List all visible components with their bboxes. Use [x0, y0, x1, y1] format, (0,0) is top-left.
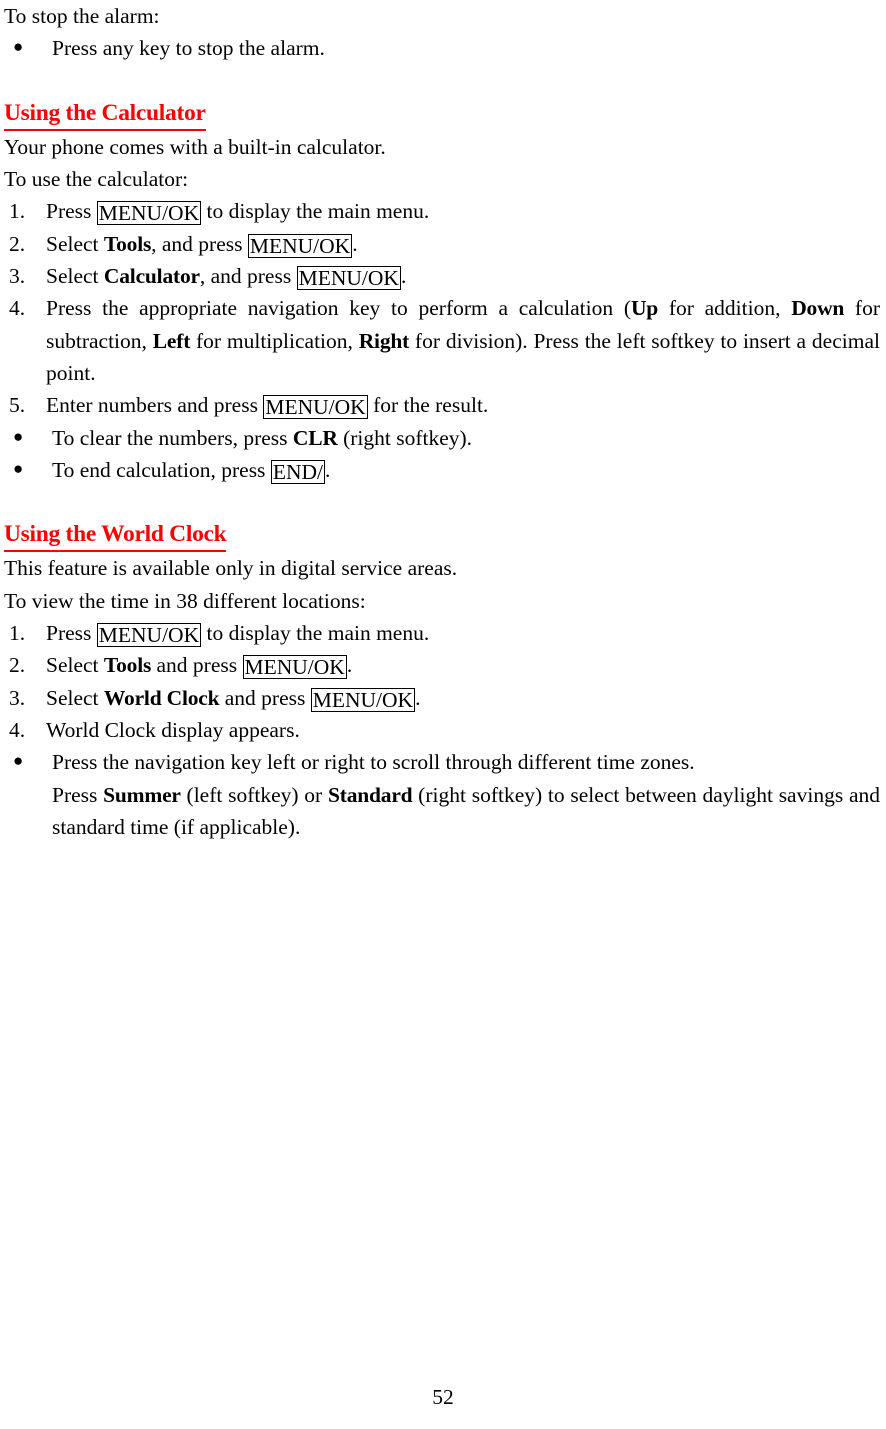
nav-key-right: Right	[358, 328, 410, 353]
step-text-pre: Enter numbers and press	[46, 393, 264, 418]
step-text-post: to display the main menu.	[201, 199, 430, 224]
key-menu-ok[interactable]: MENU/OK	[310, 687, 416, 712]
list-item: 4. World Clock display appears.	[4, 714, 880, 746]
bullet-dot-icon: ●	[13, 426, 24, 446]
list-item: ● Press the navigation key left or right…	[4, 746, 880, 843]
bullet-text-post: (right softkey).	[337, 425, 473, 450]
key-menu-ok[interactable]: MENU/OK	[247, 233, 353, 258]
bullet-text-pre: To clear the numbers, press	[52, 425, 293, 450]
step-text-post: to display the main menu.	[201, 621, 430, 646]
document-page: To stop the alarm: ● Press any key to st…	[0, 0, 886, 1429]
step-text-pre: Select	[46, 231, 104, 256]
page-number: 52	[432, 1385, 454, 1409]
list-number: 3.	[9, 264, 26, 289]
list-number: 3.	[9, 685, 26, 710]
bullet-text-pre: To end calculation, press	[52, 457, 271, 482]
key-menu-ok[interactable]: MENU/OK	[263, 395, 368, 420]
step-seg-2: for addition,	[658, 296, 792, 321]
section-heading-world-clock: Using the World Clock	[4, 518, 880, 553]
nav-key-left: Left	[152, 328, 191, 353]
world-clock-intro-2: To view the time in 38 different locatio…	[4, 588, 366, 613]
calculator-intro-2: To use the calculator:	[4, 167, 189, 192]
step-seg-1: Press the appropriate navigation key to …	[46, 296, 631, 321]
step-text-pre: Press	[46, 621, 97, 646]
world-clock-intro-1: This feature is available only in digita…	[4, 556, 458, 581]
key-menu-ok[interactable]: MENU/OK	[242, 655, 347, 680]
key-menu-ok[interactable]: MENU/OK	[96, 623, 202, 648]
list-number: 2.	[9, 231, 26, 256]
menu-label-calculator: Calculator	[103, 264, 200, 289]
list-text: Press the appropriate navigation key to …	[46, 292, 880, 389]
key-end[interactable]: END/	[270, 459, 325, 484]
list-number: 1.	[9, 621, 26, 646]
nav-key-up: Up	[630, 296, 659, 321]
list-text: World Clock display appears.	[46, 717, 300, 742]
list-item: 3. Select World Clock and press MENU/OK.	[4, 682, 880, 714]
key-menu-ok[interactable]: MENU/OK	[96, 201, 202, 226]
bullet-dot-icon: ●	[13, 37, 24, 57]
list-item: ● To end calculation, press END/.	[4, 454, 880, 486]
list-number: 4.	[9, 296, 26, 321]
list-item: 5. Enter numbers and press MENU/OK for t…	[4, 389, 880, 421]
bullet-text: To end calculation, press END/.	[52, 454, 880, 486]
list-number: 5.	[9, 393, 26, 418]
bullet-text-post: .	[324, 457, 331, 482]
softkey-summer: Summer	[103, 782, 181, 807]
list-item: 1. Press MENU/OK to display the main men…	[4, 617, 880, 649]
step-text-post: for the result.	[367, 393, 489, 418]
section-heading-world-clock-text: Using the World Clock	[4, 518, 227, 553]
key-clr: CLR	[292, 425, 338, 450]
nav-key-down: Down	[791, 296, 845, 321]
list-number: 4.	[9, 717, 26, 742]
step-text-pre: Select	[46, 685, 104, 710]
list-text: Press MENU/OK to display the main menu.	[46, 195, 880, 227]
bullet-dot-icon: ●	[13, 458, 24, 478]
calculator-intro-1: Your phone comes with a built-in calcula…	[4, 134, 386, 159]
list-item: ● To clear the numbers, press CLR (right…	[4, 422, 880, 454]
step-text-pre: Select	[46, 653, 104, 678]
list-number: 2.	[9, 653, 26, 678]
step-text-post: .	[415, 685, 421, 710]
step-text-post: .	[400, 264, 407, 289]
list-text: Enter numbers and press MENU/OK for the …	[46, 389, 880, 421]
step-text-pre: Press	[46, 199, 97, 224]
menu-label-tools: Tools	[103, 653, 152, 678]
alarm-intro-line: To stop the alarm:	[4, 4, 160, 28]
list-item: 2. Select Tools and press MENU/OK.	[4, 649, 880, 681]
list-item: 2. Select Tools, and press MENU/OK.	[4, 228, 880, 260]
bullet-text: Press any key to stop the alarm.	[52, 36, 325, 61]
bullet-line2-pre: Press	[52, 782, 104, 807]
list-text: Select World Clock and press MENU/OK.	[46, 682, 880, 714]
softkey-standard: Standard	[327, 782, 413, 807]
list-item: 4. Press the appropriate navigation key …	[4, 292, 880, 389]
bullet-dot-icon: ●	[13, 751, 24, 771]
list-text: Select Tools and press MENU/OK.	[46, 649, 880, 681]
list-item: 3. Select Calculator, and press MENU/OK.	[4, 260, 880, 292]
section-heading-calculator-text: Using the Calculator	[4, 97, 206, 131]
step-text-post: .	[346, 653, 353, 678]
step-text-pre: Select	[46, 264, 104, 289]
list-number: 1.	[9, 199, 26, 224]
step-seg-4: for multiplication,	[190, 328, 359, 353]
step-text-mid: , and press	[199, 264, 297, 289]
bullet-line2-mid: (left softkey) or	[180, 782, 328, 807]
list-item: ● Press any key to stop the alarm.	[4, 32, 880, 64]
list-text: Select Calculator, and press MENU/OK.	[46, 260, 880, 292]
step-text-mid: and press	[151, 653, 243, 678]
list-text: Select Tools, and press MENU/OK.	[46, 228, 880, 260]
list-item: 1. Press MENU/OK to display the main men…	[4, 195, 880, 227]
menu-label-world-clock: World Clock	[103, 685, 220, 710]
list-text: Press MENU/OK to display the main menu.	[46, 617, 880, 649]
step-text-mid: and press	[219, 685, 311, 710]
bullet-text-line-1: Press the navigation key left or right t…	[52, 750, 695, 775]
menu-label-tools: Tools	[103, 231, 152, 256]
step-text-post: .	[352, 231, 358, 256]
key-menu-ok[interactable]: MENU/OK	[296, 266, 401, 291]
bullet-text-line-2: Press Summer (left softkey) or Standard …	[52, 779, 880, 844]
bullet-text: To clear the numbers, press CLR (right s…	[52, 422, 880, 454]
section-heading-calculator: Using the Calculator	[4, 97, 880, 131]
step-text-mid: , and press	[151, 231, 248, 256]
